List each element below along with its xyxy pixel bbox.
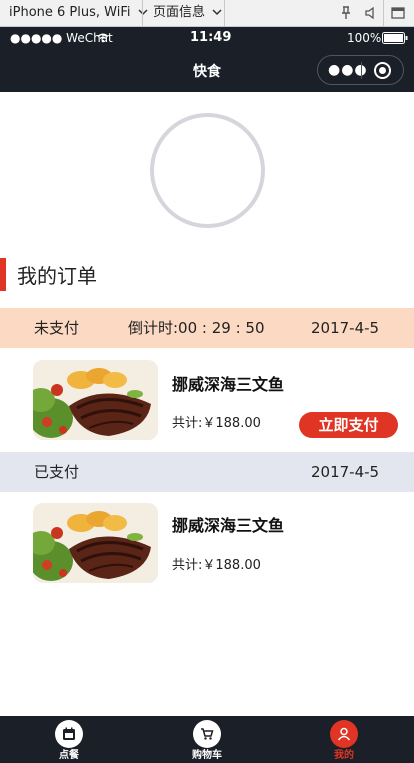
- volume-icon[interactable]: [365, 6, 377, 20]
- navigation-bar: 快食 ●●●: [0, 49, 414, 92]
- tab-cart[interactable]: 购物车: [167, 716, 247, 763]
- food-image: [33, 360, 158, 440]
- battery-percent: 100%: [347, 31, 382, 45]
- toolbar-divider: [383, 0, 384, 26]
- order-countdown: 倒计时:00 : 29 : 50: [128, 319, 265, 337]
- toolbar-divider: [224, 0, 225, 26]
- page-info-selector[interactable]: 页面信息: [153, 0, 222, 26]
- salmon-dish-image: [33, 360, 158, 440]
- miniprogram-capsule: ●●●: [317, 55, 404, 85]
- food-image: [33, 503, 158, 583]
- order-date: 2017-4-5: [311, 319, 380, 337]
- pay-now-button[interactable]: 立即支付: [299, 412, 398, 438]
- tab-mine[interactable]: 我的: [304, 716, 384, 763]
- tab-bar: 点餐 购物车 我的: [0, 716, 414, 763]
- user-icon-circle: [330, 720, 358, 748]
- tab-order[interactable]: 点餐: [29, 716, 109, 763]
- device-label: iPhone 6 Plus, WiFi: [9, 5, 131, 20]
- order-status: 未支付: [34, 319, 80, 337]
- status-bar: ●●●●● WeChat 11:49 100%: [0, 27, 414, 49]
- section-title: 我的订单: [17, 264, 97, 288]
- battery-icon: [382, 32, 408, 44]
- chevron-down-icon: [212, 9, 222, 16]
- order-header: 未支付 倒计时:00 : 29 : 50 2017-4-5: [0, 308, 414, 348]
- order-header: 已支付 2017-4-5: [0, 452, 414, 492]
- window-icon[interactable]: [391, 6, 405, 20]
- close-target-icon[interactable]: [374, 62, 391, 79]
- item-name: 挪威深海三文鱼: [172, 375, 285, 394]
- cart-icon-circle: [193, 720, 221, 748]
- item-name: 挪威深海三文鱼: [172, 516, 285, 535]
- user-icon: [337, 727, 351, 741]
- avatar[interactable]: [150, 113, 265, 228]
- clock: 11:49: [190, 30, 232, 45]
- salmon-dish-image: [33, 503, 158, 583]
- calendar-icon-circle: [55, 720, 83, 748]
- cart-icon: [201, 728, 214, 740]
- device-selector[interactable]: iPhone 6 Plus, WiFi: [9, 0, 148, 26]
- calendar-icon: [63, 727, 75, 740]
- toolbar-divider: [142, 0, 143, 26]
- order-total: 共计:￥188.00: [172, 558, 261, 573]
- tab-label: 我的: [334, 750, 354, 761]
- wifi-icon: [97, 33, 109, 43]
- page-info-label: 页面信息: [153, 5, 206, 20]
- pin-icon[interactable]: [340, 6, 352, 20]
- tab-label: 点餐: [59, 750, 79, 761]
- order-total: 共计:￥188.00: [172, 416, 261, 431]
- devtools-toolbar: iPhone 6 Plus, WiFi 页面信息: [0, 0, 414, 27]
- order-status: 已支付: [34, 463, 80, 481]
- tab-label: 购物车: [192, 750, 222, 761]
- order-date: 2017-4-5: [311, 463, 380, 481]
- capsule-divider: [361, 62, 362, 79]
- section-accent-bar: [0, 258, 6, 291]
